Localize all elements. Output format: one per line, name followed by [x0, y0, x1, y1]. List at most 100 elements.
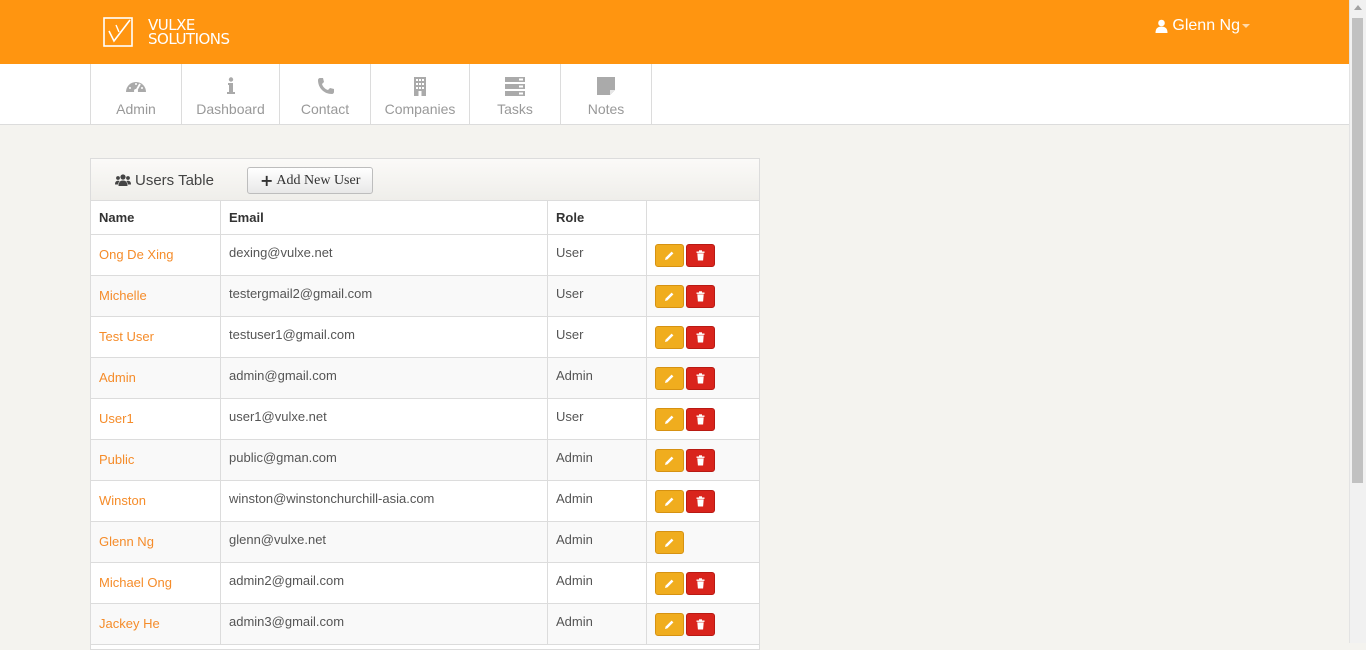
- user-email: public@gman.com: [220, 439, 548, 481]
- vulxe-logo-icon: [103, 17, 133, 47]
- delete-user-button[interactable]: [686, 285, 715, 308]
- delete-user-button[interactable]: [686, 326, 715, 349]
- user-name-link[interactable]: Admin: [91, 357, 221, 399]
- page-scrollbar[interactable]: [1349, 0, 1366, 643]
- delete-user-button[interactable]: [686, 613, 715, 636]
- row-actions: [646, 562, 759, 604]
- user-name-link[interactable]: Michelle: [91, 275, 221, 317]
- scrollbar-thumb[interactable]: [1352, 18, 1363, 483]
- pencil-icon: [665, 497, 674, 506]
- brand-text: VULXE SOLUTIONS: [148, 18, 230, 48]
- edit-user-button[interactable]: [655, 244, 684, 267]
- edit-user-button[interactable]: [655, 367, 684, 390]
- pencil-icon: [665, 579, 674, 588]
- building-icon: [414, 77, 426, 96]
- user-icon: [1155, 19, 1168, 33]
- user-role: Admin: [547, 357, 647, 399]
- trash-icon: [696, 578, 705, 589]
- nav-label: Notes: [587, 101, 625, 117]
- table-row: Test User testuser1@gmail.com User: [91, 316, 759, 358]
- add-new-user-label: Add New User: [276, 172, 361, 188]
- delete-user-button[interactable]: [686, 244, 715, 267]
- delete-user-button[interactable]: [686, 572, 715, 595]
- trash-icon: [696, 291, 705, 302]
- column-header-email[interactable]: Email: [220, 201, 548, 235]
- table-row: User1 user1@vulxe.net User: [91, 398, 759, 440]
- delete-user-button[interactable]: [686, 408, 715, 431]
- table-row: Winston winston@winstonchurchill-asia.com…: [91, 480, 759, 522]
- user-name-link[interactable]: Glenn Ng: [91, 521, 221, 563]
- brand-line-2: SOLUTIONS: [148, 30, 230, 48]
- edit-user-button[interactable]: [655, 449, 684, 472]
- edit-user-button[interactable]: [655, 490, 684, 513]
- nav-item-dashboard[interactable]: Dashboard: [181, 64, 279, 124]
- pencil-icon: [665, 415, 674, 424]
- pencil-icon: [665, 292, 674, 301]
- user-email: winston@winstonchurchill-asia.com: [220, 480, 548, 522]
- nav-item-contact[interactable]: Contact: [279, 64, 370, 124]
- delete-user-button[interactable]: [686, 449, 715, 472]
- trash-icon: [696, 619, 705, 630]
- phone-icon: [318, 78, 334, 94]
- user-name: Glenn Ng: [1172, 17, 1240, 34]
- table-row: Admin admin@gmail.com Admin: [91, 357, 759, 399]
- user-name-link[interactable]: Test User: [91, 316, 221, 358]
- nav-item-notes[interactable]: Notes: [560, 64, 652, 124]
- edit-user-button[interactable]: [655, 326, 684, 349]
- pencil-icon: [665, 620, 674, 629]
- trash-icon: [696, 332, 705, 343]
- nav-item-admin[interactable]: Admin: [90, 64, 181, 124]
- row-actions: [646, 398, 759, 440]
- user-name-link[interactable]: Ong De Xing: [91, 234, 221, 276]
- delete-user-button[interactable]: [686, 367, 715, 390]
- column-header-name[interactable]: Name: [91, 201, 221, 235]
- user-email: admin@gmail.com: [220, 357, 548, 399]
- user-menu-dropdown[interactable]: Glenn Ng: [1155, 17, 1250, 35]
- trash-icon: [696, 455, 705, 466]
- user-role: User: [547, 316, 647, 358]
- nav-label: Companies: [384, 101, 456, 117]
- nav-label: Contact: [300, 101, 350, 117]
- note-icon: [597, 77, 615, 95]
- main-nav: Admin Dashboard Contact Companies Tasks …: [0, 64, 1350, 125]
- user-email: testuser1@gmail.com: [220, 316, 548, 358]
- user-role: Admin: [547, 562, 647, 604]
- user-role: Admin: [547, 603, 647, 645]
- pencil-icon: [665, 456, 674, 465]
- nav-item-companies[interactable]: Companies: [370, 64, 469, 124]
- user-name-link[interactable]: Jackey He: [91, 603, 221, 645]
- row-actions: [646, 275, 759, 317]
- nav-item-tasks[interactable]: Tasks: [469, 64, 560, 124]
- edit-user-button[interactable]: [655, 408, 684, 431]
- user-name-link[interactable]: Public: [91, 439, 221, 481]
- delete-user-button[interactable]: [686, 490, 715, 513]
- edit-user-button[interactable]: [655, 572, 684, 595]
- scroll-up-arrow-icon[interactable]: [1354, 5, 1362, 10]
- edit-user-button[interactable]: [655, 285, 684, 308]
- users-icon: [115, 174, 131, 186]
- user-role: Admin: [547, 521, 647, 563]
- add-new-user-button[interactable]: + Add New User: [247, 167, 374, 194]
- pencil-icon: [665, 374, 674, 383]
- table-row: Jackey He admin3@gmail.com Admin: [91, 603, 759, 645]
- users-table: Name Email Role Ong De Xing dexing@vulxe.…: [91, 201, 759, 645]
- column-header-role[interactable]: Role: [547, 201, 647, 235]
- trash-icon: [696, 373, 705, 384]
- user-name-link[interactable]: Winston: [91, 480, 221, 522]
- edit-user-button[interactable]: [655, 613, 684, 636]
- panel-header: Users Table + Add New User: [91, 159, 759, 201]
- brand-logo[interactable]: VULXE SOLUTIONS: [103, 16, 230, 48]
- user-role: User: [547, 234, 647, 276]
- user-name-link[interactable]: User1: [91, 398, 221, 440]
- dashboard-gauge-icon: [126, 82, 146, 93]
- user-name-link[interactable]: Michael Ong: [91, 562, 221, 604]
- column-header-actions: [646, 201, 759, 235]
- table-row: Michelle testergmail2@gmail.com User: [91, 275, 759, 317]
- row-actions: [646, 316, 759, 358]
- pencil-icon: [665, 538, 674, 547]
- nav-label: Admin: [116, 101, 156, 117]
- users-panel: Users Table + Add New User Name Email Ro…: [90, 158, 760, 650]
- top-header: VULXE SOLUTIONS Glenn Ng: [0, 0, 1350, 64]
- edit-user-button[interactable]: [655, 531, 684, 554]
- user-email: glenn@vulxe.net: [220, 521, 548, 563]
